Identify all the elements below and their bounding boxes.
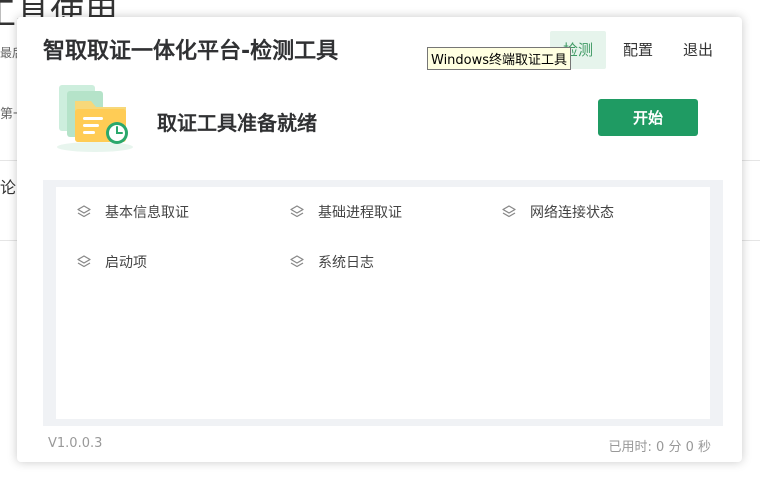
forensic-item[interactable]: 系统日志 — [290, 252, 374, 272]
folder-clock-icon — [57, 85, 133, 152]
layers-icon — [290, 255, 304, 268]
forensic-item-label: 启动项 — [105, 255, 147, 271]
top-nav: 检测 配置 退出 — [546, 31, 726, 69]
forensic-item[interactable]: 基础进程取证 — [290, 202, 402, 222]
forensic-item[interactable]: 启动项 — [77, 252, 147, 272]
layers-icon — [290, 205, 304, 218]
nav-tab-config[interactable]: 配置 — [610, 31, 666, 69]
forensic-item-label: 系统日志 — [318, 255, 374, 271]
items-panel: 基本信息取证 基础进程取证 网络连接状态 启动项 系统日志 — [43, 180, 723, 426]
window-title: 智取取证一体化平台-检测工具 — [43, 39, 339, 64]
elapsed-time: 已用时: 0 分 0 秒 — [608, 440, 711, 455]
items-list: 基本信息取证 基础进程取证 网络连接状态 启动项 系统日志 — [56, 187, 710, 419]
version-label: V1.0.0.3 — [48, 436, 103, 451]
forensic-item-label: 网络连接状态 — [530, 205, 614, 221]
background-text-fragment: 论 — [0, 178, 17, 197]
tooltip: Windows终端取证工具 — [427, 47, 572, 70]
forensic-item[interactable]: 网络连接状态 — [502, 202, 614, 222]
nav-tab-exit[interactable]: 退出 — [670, 31, 726, 69]
layers-icon — [502, 205, 516, 218]
layers-icon — [77, 255, 91, 268]
forensic-item[interactable]: 基本信息取证 — [77, 202, 189, 222]
layers-icon — [77, 205, 91, 218]
forensic-item-label: 基础进程取证 — [318, 205, 402, 221]
forensics-tool-window: 智取取证一体化平台-检测工具 检测 配置 退出 取证工具准备就绪 开始 基本信息… — [17, 17, 742, 462]
forensic-item-label: 基本信息取证 — [105, 205, 189, 221]
start-button[interactable]: 开始 — [598, 99, 698, 136]
ready-status: 取证工具准备就绪 — [157, 111, 317, 135]
